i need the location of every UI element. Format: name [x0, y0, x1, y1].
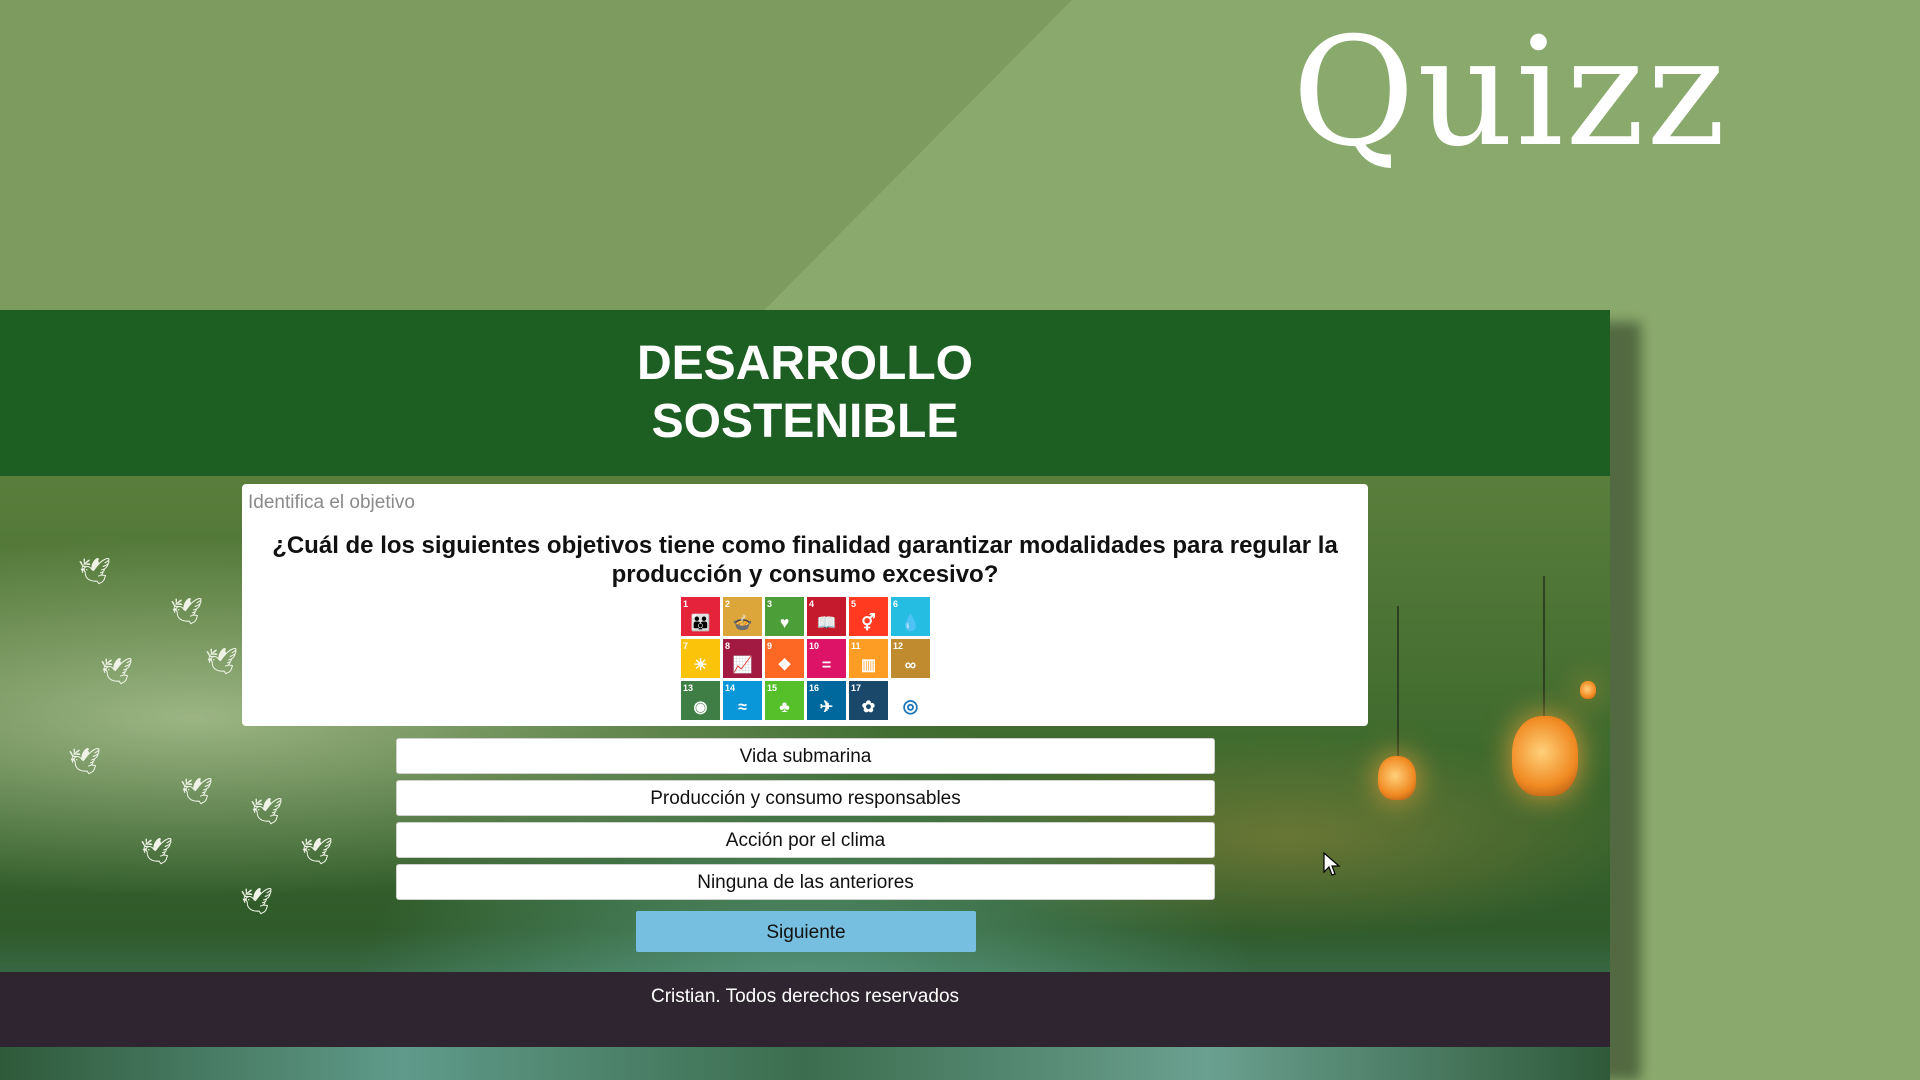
bowl-icon: 🍲: [732, 615, 753, 632]
sdg-tile-1: 1 👪: [681, 597, 720, 636]
mouse-cursor-icon: [1323, 852, 1341, 876]
sdg-tile-number: 5: [851, 599, 857, 609]
bird-icon: 🕊: [68, 746, 102, 776]
answer-option-1[interactable]: Vida submarina: [396, 738, 1215, 774]
bird-icon: 🕊: [170, 596, 204, 626]
sdg-tile-logo: ◎: [891, 681, 930, 720]
sdg-tile-16: 16 ✈: [807, 681, 846, 720]
sdg-tile-number: 14: [725, 683, 736, 693]
book-icon: 📖: [816, 615, 837, 632]
bird-icon: 🕊: [300, 836, 334, 866]
answer-option-2[interactable]: Producción y consumo responsables: [396, 780, 1215, 816]
flower-icon: ✿: [861, 699, 876, 716]
people-icon: 👪: [690, 615, 711, 632]
sdg-tile-15: 15 ♣: [765, 681, 804, 720]
question-text: ¿Cuál de los siguientes objetivos tiene …: [272, 532, 1338, 588]
sdg-goals-image: 1 👪 2 🍲 3 ♥ 4 📖 5 ⚥ 6 💧 7 ☀ 8 📈 9 ❖ 10 = 11 ▥ 12 ∞ 13 ◉ 14 ≈15 ♣ 16 ✈ 1…: [681, 597, 933, 723]
dove-icon: ✈: [819, 699, 834, 716]
sdg-tile-number: 15: [767, 683, 778, 693]
eye-globe-icon: ◉: [693, 699, 708, 716]
sdg-tile-number: 2: [725, 599, 731, 609]
sdg-tile-number: 17: [851, 683, 862, 693]
footer-text: Cristian. Todos derechos reservados: [650, 986, 960, 1007]
footer: Cristian. Todos derechos reservados: [0, 972, 1610, 1047]
sdg-tile-number: 7: [683, 641, 689, 651]
sdg-tile-4: 4 📖: [807, 597, 846, 636]
sdg-tile-2: 2 🍲: [723, 597, 762, 636]
sdg-tile-number: 10: [809, 641, 820, 651]
sdg-tile-number: 6: [893, 599, 899, 609]
lantern-icon: [1580, 681, 1596, 699]
sdg-tile-number: 3: [767, 599, 773, 609]
quizz-title: Quizz: [1292, 6, 1728, 180]
gender-icon: ⚥: [861, 615, 876, 632]
page-title: DESARROLLO SOSTENIBLE: [637, 335, 973, 451]
title-line-1: DESARROLLO: [637, 337, 973, 390]
lantern-string: [1397, 606, 1399, 756]
sdg-tile-6: 6 💧: [891, 597, 930, 636]
sdg-tile-number: 4: [809, 599, 815, 609]
sdg-tile-number: 13: [683, 683, 694, 693]
sdg-tile-8: 8 📈: [723, 639, 762, 678]
sdg-tile-14: 14 ≈: [723, 681, 762, 720]
sdg-tile-17: 17 ✿: [849, 681, 888, 720]
cubes-icon: ❖: [777, 657, 792, 674]
sdg-tile-7: 7 ☀: [681, 639, 720, 678]
infinity-icon: ∞: [904, 657, 917, 674]
heartbeat-icon: ♥: [779, 615, 790, 632]
tree-icon: ♣: [779, 699, 790, 716]
sdg-tile-9: 9 ❖: [765, 639, 804, 678]
question-card-label: Identifica el objetivo: [248, 492, 415, 513]
sdg-tile-number: 11: [851, 641, 861, 651]
answer-option-3[interactable]: Acción por el clima: [396, 822, 1215, 858]
water-drop-icon: 💧: [900, 615, 921, 632]
sdg-tile-number: 16: [809, 683, 820, 693]
growth-chart-icon: 📈: [732, 657, 753, 674]
sdg-tile-11: 11 ▥: [849, 639, 888, 678]
bird-icon: 🕊: [240, 886, 274, 916]
page-header: DESARROLLO SOSTENIBLE: [0, 310, 1610, 476]
bird-icon: 🕊: [205, 646, 239, 676]
sdg-tile-3: 3 ♥: [765, 597, 804, 636]
buildings-icon: ▥: [860, 657, 877, 674]
next-button[interactable]: Siguiente: [636, 911, 976, 952]
sdg-tile-number: 8: [725, 641, 731, 651]
answer-list: Vida submarina Producción y consumo resp…: [396, 738, 1215, 906]
bird-icon: 🕊: [250, 796, 284, 826]
equal-icon: =: [821, 657, 832, 674]
sdg-tile-10: 10 =: [807, 639, 846, 678]
bird-icon: 🕊: [180, 776, 214, 806]
sdg-tile-number: 1: [683, 599, 689, 609]
sdg-tile-12: 12 ∞: [891, 639, 930, 678]
sdg-tile-number: 12: [893, 641, 904, 651]
lantern-icon: [1512, 716, 1578, 796]
sdg-tile-5: 5 ⚥: [849, 597, 888, 636]
sdg-tile-number: 9: [767, 641, 773, 651]
sdg-tile-13: 13 ◉: [681, 681, 720, 720]
lantern-icon: [1378, 756, 1416, 800]
fish-icon: ≈: [738, 699, 747, 716]
question-card: Identifica el objetivo ¿Cuál de los sigu…: [242, 484, 1368, 726]
answer-option-4[interactable]: Ninguna de las anteriores: [396, 864, 1215, 900]
background-strip: [0, 1047, 1610, 1080]
sun-icon: ☀: [693, 657, 708, 674]
sdg-logo-icon: ◎: [902, 696, 919, 716]
bird-icon: 🕊: [140, 836, 174, 866]
lantern-string: [1543, 576, 1545, 716]
title-line-2: SOSTENIBLE: [651, 395, 959, 448]
bird-icon: 🕊: [78, 556, 112, 586]
bird-icon: 🕊: [100, 656, 134, 686]
